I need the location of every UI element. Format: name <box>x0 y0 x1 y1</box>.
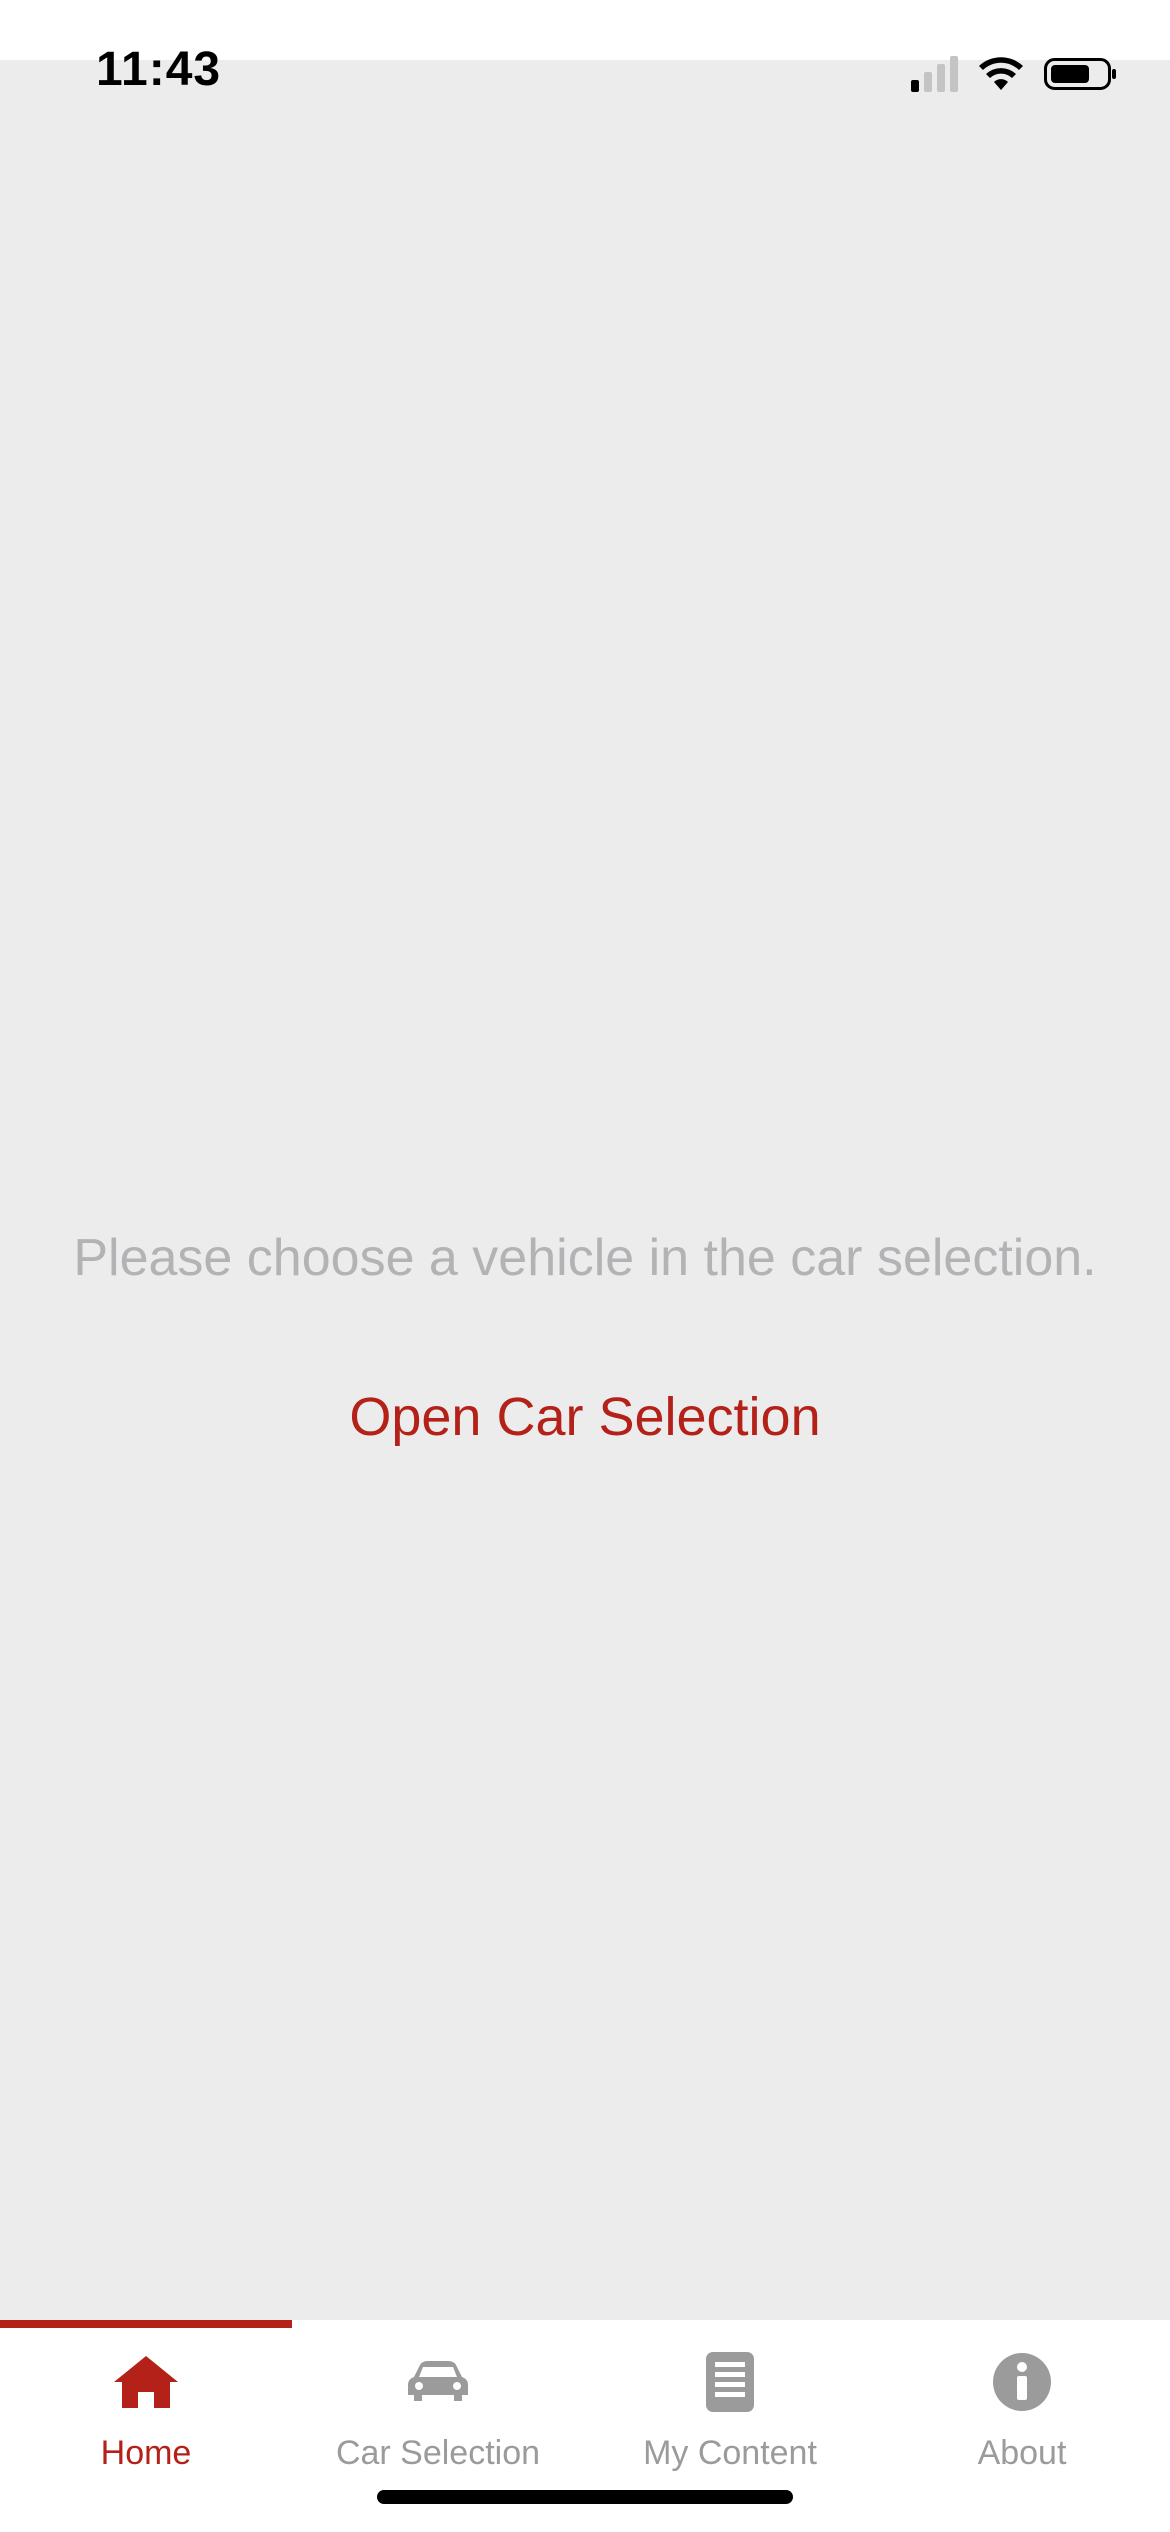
tab-my-content[interactable]: My Content <box>584 2344 876 2494</box>
car-icon <box>400 2344 476 2420</box>
tab-about[interactable]: About <box>876 2344 1168 2494</box>
tab-about-label: About <box>977 2434 1067 2472</box>
app-screen: 11:43 Please choose a vehicle in the car… <box>0 0 1170 2532</box>
tab-home[interactable]: Home <box>0 2344 292 2494</box>
tab-car-selection-label: Car Selection <box>335 2434 541 2472</box>
active-tab-indicator <box>0 2320 292 2328</box>
home-indicator[interactable] <box>377 2490 793 2504</box>
wifi-icon <box>979 57 1023 90</box>
main-content-area <box>0 60 1170 2320</box>
status-time: 11:43 <box>96 43 222 96</box>
tab-car-selection[interactable]: Car Selection <box>292 2344 584 2494</box>
cellular-signal-icon <box>911 56 958 92</box>
battery-icon <box>1044 58 1116 90</box>
tab-home-label: Home <box>100 2434 192 2472</box>
info-icon <box>984 2344 1060 2420</box>
home-icon <box>108 2344 184 2420</box>
open-car-selection-button[interactable]: Open Car Selection <box>335 1372 835 1462</box>
document-list-icon <box>692 2344 768 2420</box>
status-bar: 11:43 <box>0 0 1170 150</box>
status-icons <box>911 54 1118 94</box>
tab-my-content-label: My Content <box>643 2434 817 2472</box>
empty-state-message: Please choose a vehicle in the car selec… <box>73 1229 1097 1287</box>
